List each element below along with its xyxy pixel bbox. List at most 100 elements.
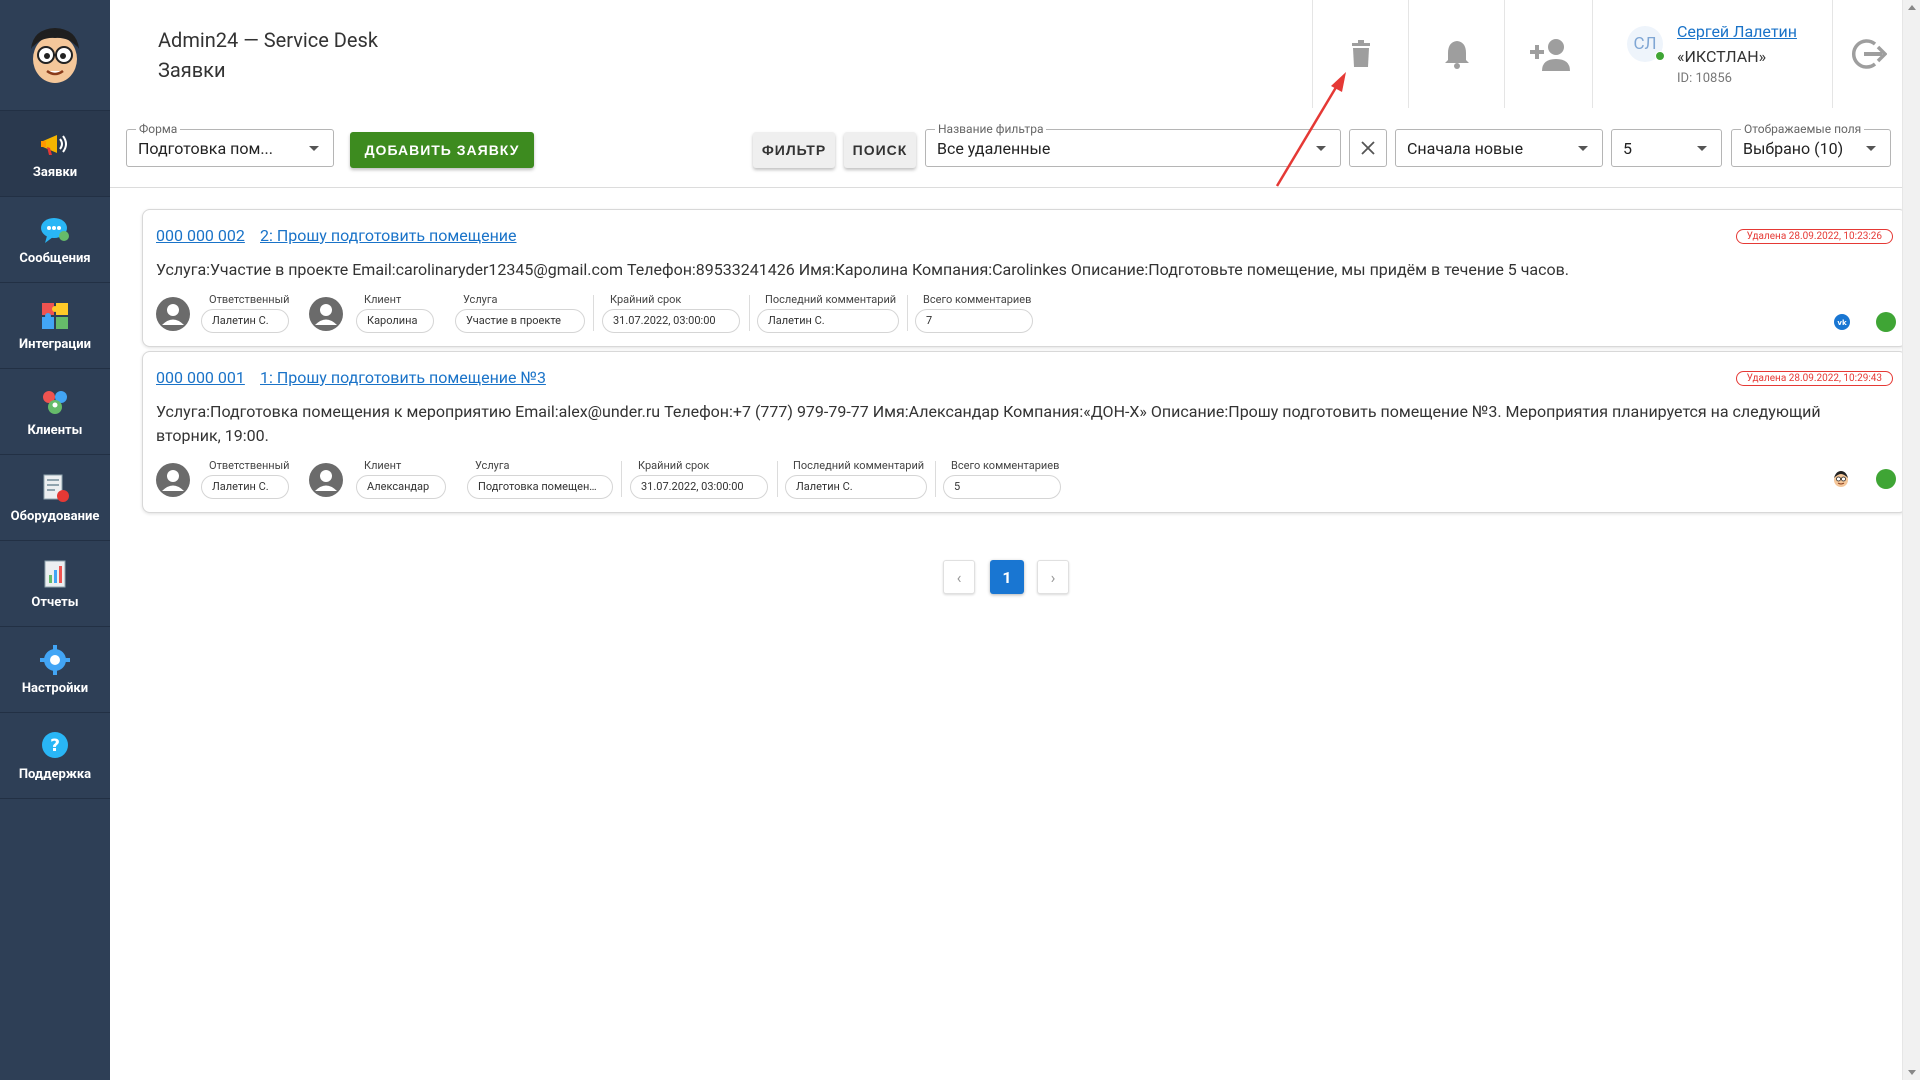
search-button[interactable]: ПОИСК (844, 132, 916, 168)
sidebar-item-equipment[interactable]: Оборудование (0, 455, 110, 541)
filter-name-value: Все удаленные (937, 139, 1051, 158)
vertical-scrollbar[interactable] (1902, 0, 1920, 1080)
logout-button[interactable] (1832, 0, 1904, 108)
user-id: ID: 10856 (1677, 71, 1732, 86)
scroll-up-arrow-icon[interactable] (1908, 5, 1916, 10)
deadline-value: 31.07.2022, 03:00:00 (630, 475, 768, 499)
chevron-down-icon (309, 146, 319, 151)
trash-button[interactable] (1312, 0, 1409, 108)
client-avatar-icon (309, 297, 343, 331)
ticket-number-link[interactable]: 000 000 001 (156, 368, 245, 387)
chevron-down-icon (1578, 146, 1588, 151)
sort-value: Сначала новые (1407, 139, 1524, 158)
meta-divider (935, 461, 936, 497)
last-comment-label: Последний комментарий (793, 459, 925, 472)
responsible-label: Ответственный (209, 293, 290, 306)
bell-icon (1445, 41, 1469, 69)
online-status-dot (1655, 51, 1665, 61)
sidebar-item-reports[interactable]: Отчеты (0, 541, 110, 627)
user-avatar-icon (156, 463, 190, 497)
sidebar-item-integrations[interactable]: Интеграции (0, 283, 110, 369)
page-title: Заявки (158, 58, 226, 82)
ticket-title-link[interactable]: 2: Прошу подготовить помещение (260, 226, 517, 245)
sidebar-item-messages[interactable]: Сообщения (0, 197, 110, 283)
sidebar-item-support[interactable]: ? Поддержка (0, 713, 110, 799)
puzzle-icon (42, 302, 68, 329)
meta-divider (593, 295, 594, 331)
responsible-label: Ответственный (209, 459, 290, 472)
last-comment-field: Последний комментарий Лалетин С. (785, 459, 927, 501)
client-label: Клиент (364, 459, 402, 472)
chat-icon (41, 217, 69, 243)
sidebar-item-label: Настройки (21, 680, 89, 696)
sidebar-item-tickets[interactable]: Заявки (0, 111, 110, 197)
form-select-label: Форма (136, 122, 181, 136)
clear-filter-button[interactable] (1349, 129, 1387, 167)
service-field: Услуга Участие в проекте (455, 293, 585, 335)
add-ticket-button[interactable]: ДОБАВИТЬ ЗАЯВКУ (350, 132, 534, 168)
equipment-icon (43, 474, 69, 502)
sidebar-item-label: Оборудование (10, 508, 100, 524)
app-logo[interactable] (0, 0, 110, 111)
add-user-button[interactable] (1504, 0, 1593, 108)
scroll-down-arrow-icon[interactable] (1908, 1070, 1916, 1075)
pagination-page-1[interactable]: 1 (990, 560, 1024, 594)
ticket-description: Услуга:Участие в проекте Email:carolinar… (156, 260, 1569, 279)
user-name-link[interactable]: Сергей Лалетин (1677, 22, 1797, 41)
ticket-number-link[interactable]: 000 000 002 (156, 226, 245, 245)
mascot-logo-icon (31, 28, 79, 83)
client-value: Каролина (356, 309, 434, 333)
deadline-label: Крайний срок (610, 293, 682, 306)
status-dot (1876, 312, 1896, 332)
meta-divider (777, 461, 778, 497)
visible-fields-value: Выбрано (10) (1743, 139, 1844, 158)
deadline-value: 31.07.2022, 03:00:00 (602, 309, 740, 333)
report-icon (44, 560, 66, 587)
notifications-button[interactable] (1408, 0, 1505, 108)
visible-fields-select[interactable]: Отображаемые поля Выбрано (10) (1731, 122, 1891, 167)
sidebar-item-clients[interactable]: Клиенты (0, 369, 110, 455)
user-avatar-icon (156, 297, 190, 331)
client-label: Клиент (364, 293, 402, 306)
pagination-next-button[interactable]: › (1037, 560, 1069, 594)
last-comment-field: Последний комментарий Лалетин С. (757, 293, 899, 335)
ticket-title-link[interactable]: 1: Прошу подготовить помещение №3 (260, 368, 546, 387)
total-comments-field: Всего комментариев 5 (943, 459, 1061, 501)
logout-icon (1851, 39, 1887, 69)
sidebar-item-settings[interactable]: Настройки (0, 627, 110, 713)
client-avatar-icon (309, 463, 343, 497)
total-comments-value: 5 (943, 475, 1061, 499)
total-comments-field: Всего комментариев 7 (915, 293, 1033, 335)
service-label: Услуга (475, 459, 510, 472)
chevron-down-icon (1697, 146, 1707, 151)
sidebar-item-label: Поддержка (18, 766, 92, 782)
clients-icon (43, 390, 67, 414)
visible-fields-label: Отображаемые поля (1741, 122, 1865, 136)
filter-name-select[interactable]: Название фильтра Все удаленные (925, 122, 1341, 167)
deadline-field: Крайний срок 31.07.2022, 03:00:00 (602, 293, 740, 335)
ticket-meta-row: Ответственный Лалетин С. Клиент Александ… (156, 459, 1156, 501)
form-select[interactable]: Форма Подготовка пом... (126, 122, 334, 167)
sidebar-item-label: Клиенты (27, 422, 83, 438)
pagination-prev-button[interactable]: ‹ (943, 560, 975, 594)
filter-toolbar: Форма Подготовка пом... ДОБАВИТЬ ЗАЯВКУ … (110, 110, 1903, 188)
client-field: Клиент Александар (356, 459, 446, 501)
per-page-select[interactable]: 5 (1611, 129, 1722, 167)
close-icon (1361, 141, 1375, 155)
app-title: Admin24 — Service Desk (158, 28, 378, 52)
client-value: Александар (356, 475, 446, 499)
megaphone-icon (41, 134, 67, 155)
filter-button[interactable]: ФИЛЬТР (753, 132, 835, 168)
sidebar-item-label: Интеграции (18, 336, 92, 352)
sort-select[interactable]: Сначала новые (1395, 129, 1603, 167)
responsible-value: Лалетин С. (201, 475, 289, 499)
top-header: Admin24 — Service Desk Заявки СЛ Сергей … (110, 0, 1903, 111)
responsible-field: Ответственный Лалетин С. (201, 459, 291, 501)
deleted-badge: Удалена 28.09.2022, 10:23:26 (1735, 229, 1893, 244)
deadline-field: Крайний срок 31.07.2022, 03:00:00 (630, 459, 768, 501)
add-user-icon (1530, 39, 1570, 71)
sidebar: Заявки Сообщения Интеграции Клиенты Обор… (0, 0, 110, 1080)
ticket-card[interactable]: 000 000 002 2: Прошу подготовить помещен… (142, 209, 1907, 347)
ticket-card[interactable]: 000 000 001 1: Прошу подготовить помещен… (142, 351, 1907, 513)
help-icon: ? (42, 731, 68, 758)
